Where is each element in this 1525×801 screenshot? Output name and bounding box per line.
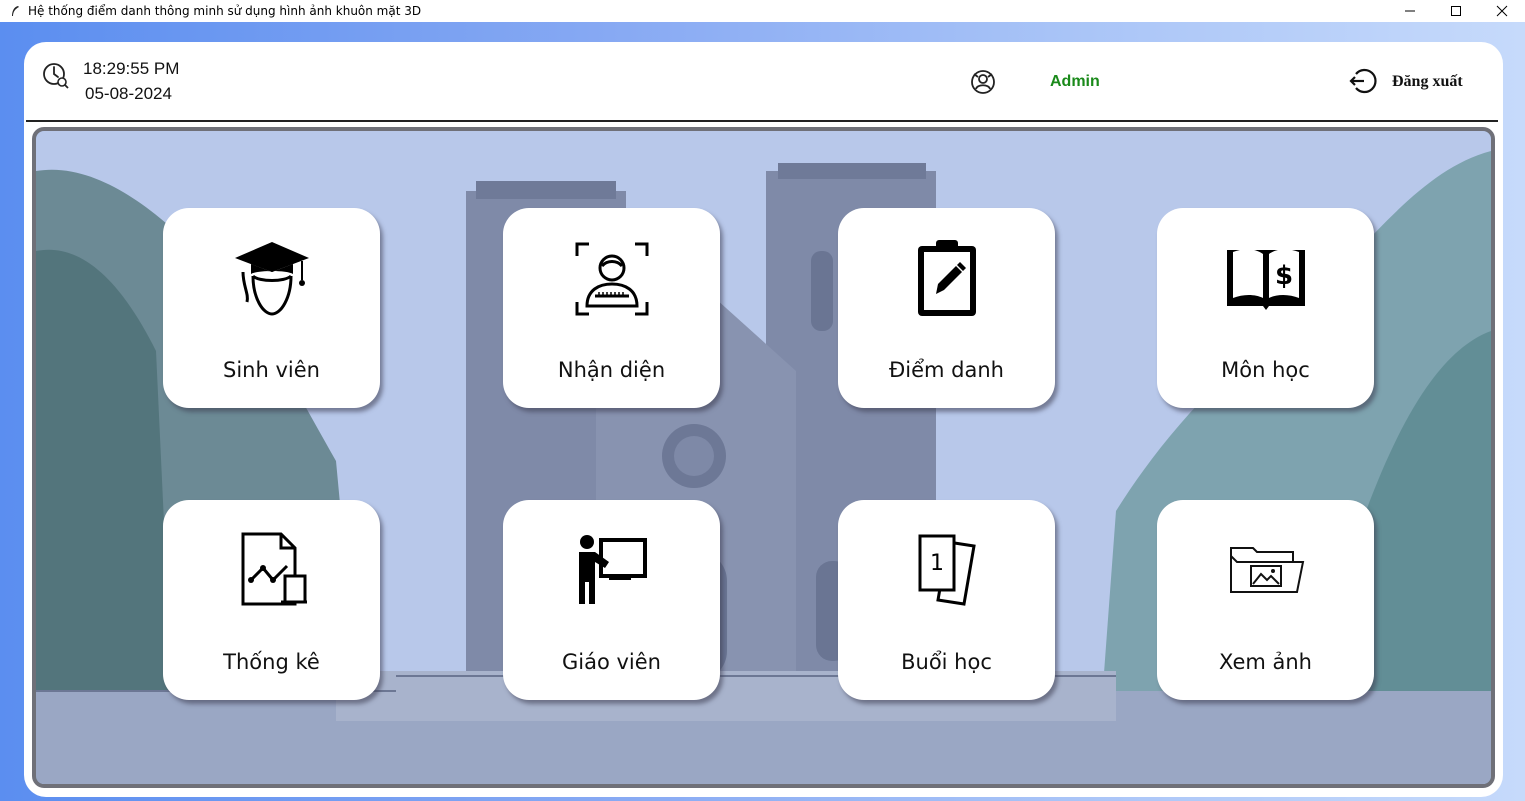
menu-card-attendance[interactable]: Điểm danh <box>838 208 1055 408</box>
menu-card-label: Giáo viên <box>562 650 661 674</box>
minimize-button[interactable] <box>1387 0 1433 22</box>
svg-text:1: 1 <box>930 551 944 576</box>
menu-card-view-images[interactable]: Xem ảnh <box>1157 500 1374 700</box>
current-date: 05-08-2024 <box>85 84 172 103</box>
menu-card-statistics[interactable]: Thống kê <box>163 500 380 700</box>
menu-card-label: Xem ảnh <box>1219 650 1312 674</box>
clock-search-icon <box>42 62 70 90</box>
teacher-board-icon <box>503 528 720 618</box>
session-cards-icon: 1 <box>838 528 1055 618</box>
window-controls <box>1387 0 1525 22</box>
username-label: Admin <box>1050 73 1100 90</box>
logout-button[interactable]: Đăng xuất <box>1392 73 1463 91</box>
menu-card-students[interactable]: Sinh viên <box>163 208 380 408</box>
menu-card-label: Nhận diện <box>557 358 666 382</box>
clipboard-edit-icon <box>838 236 1055 326</box>
report-chart-icon <box>163 528 380 618</box>
menu-card-teachers[interactable]: Giáo viên <box>503 500 720 700</box>
svg-text:$: $ <box>1274 261 1292 291</box>
feather-icon <box>8 4 22 18</box>
maximize-button[interactable] <box>1433 0 1479 22</box>
menu-card-label: Điểm danh <box>889 358 1004 382</box>
menu-card-label: Sinh viên <box>223 358 320 382</box>
logout-icon[interactable] <box>1347 66 1377 96</box>
menu-card-sessions[interactable]: 1 Buổi học <box>838 500 1055 700</box>
window-title: Hệ thống điểm danh thông minh sử dụng hì… <box>28 4 422 18</box>
menu-card-label: Buổi học <box>901 650 992 674</box>
book-dollar-icon: $ <box>1157 236 1374 326</box>
menu-card-subjects[interactable]: $ Môn học <box>1157 208 1374 408</box>
menu-card-label: Thống kê <box>223 650 320 674</box>
header-divider <box>26 120 1498 122</box>
menu-card-label: Môn học <box>1221 358 1310 382</box>
current-time: 18:29:55 PM <box>83 59 180 78</box>
user-avatar-icon <box>969 68 997 96</box>
image-folder-icon <box>1157 528 1374 618</box>
menu-card-recognition[interactable]: Nhận diện <box>503 208 720 408</box>
student-graduate-icon <box>163 236 380 326</box>
window-titlebar: Hệ thống điểm danh thông minh sử dụng hì… <box>0 0 1525 22</box>
close-button[interactable] <box>1479 0 1525 22</box>
face-scan-icon <box>503 236 720 326</box>
